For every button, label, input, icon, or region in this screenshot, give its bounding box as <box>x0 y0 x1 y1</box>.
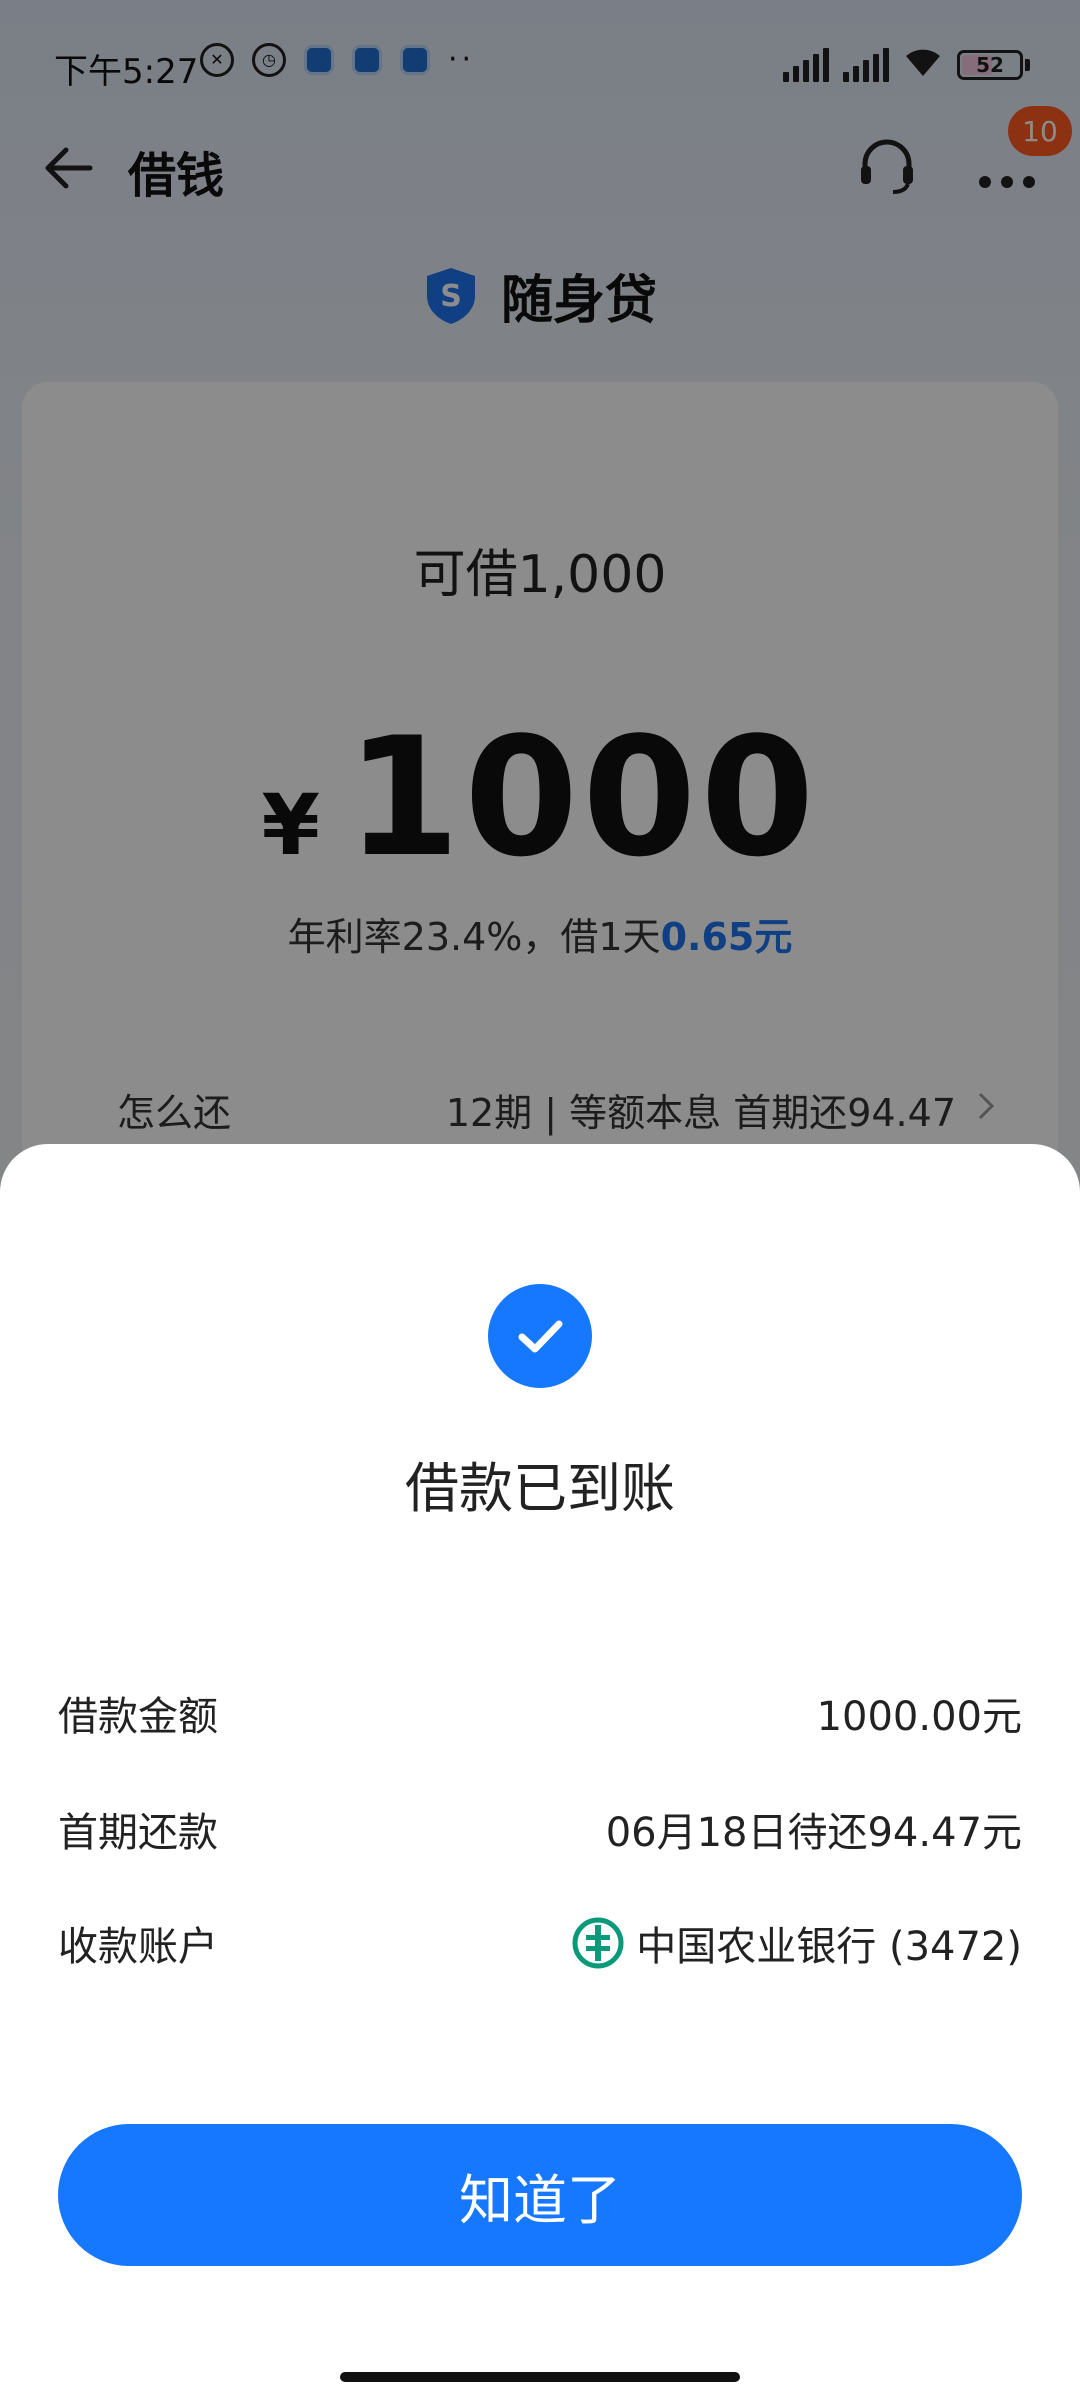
row-label: 首期还款 <box>58 1810 218 1856</box>
sheet-title: 借款已到账 <box>405 1457 675 1520</box>
loan-amount-value: 1000.00元 <box>816 1694 1022 1740</box>
success-sheet: 借款已到账 借款金额 1000.00元 首期还款 06月18日待还94.47元 … <box>0 1144 1080 2400</box>
battery-level: 52 <box>976 52 1004 77</box>
receiving-account-row: 收款账户 中国农业银行 (3472) <box>58 1914 1022 1974</box>
row-label: 收款账户 <box>58 1924 218 1970</box>
loan-amount-row: 借款金额 1000.00元 <box>58 1684 1022 1744</box>
got-it-button[interactable]: 知道了 <box>58 2124 1022 2266</box>
home-indicator[interactable] <box>340 2372 740 2382</box>
success-check-icon <box>488 1284 592 1388</box>
row-value: 1000.00元 <box>817 1684 1022 1742</box>
row-value: 中国农业银行 (3472) <box>572 1914 1022 1972</box>
row-label: 借款金额 <box>58 1694 218 1740</box>
first-repayment-value: 06月18日待还94.47元 <box>605 1810 1022 1856</box>
bank-account-value: 中国农业银行 (3472) <box>636 1924 1022 1970</box>
first-repayment-row: 首期还款 06月18日待还94.47元 <box>58 1800 1022 1860</box>
row-value: 06月18日待还94.47元 <box>606 1800 1022 1858</box>
abc-bank-icon <box>572 1917 624 1969</box>
